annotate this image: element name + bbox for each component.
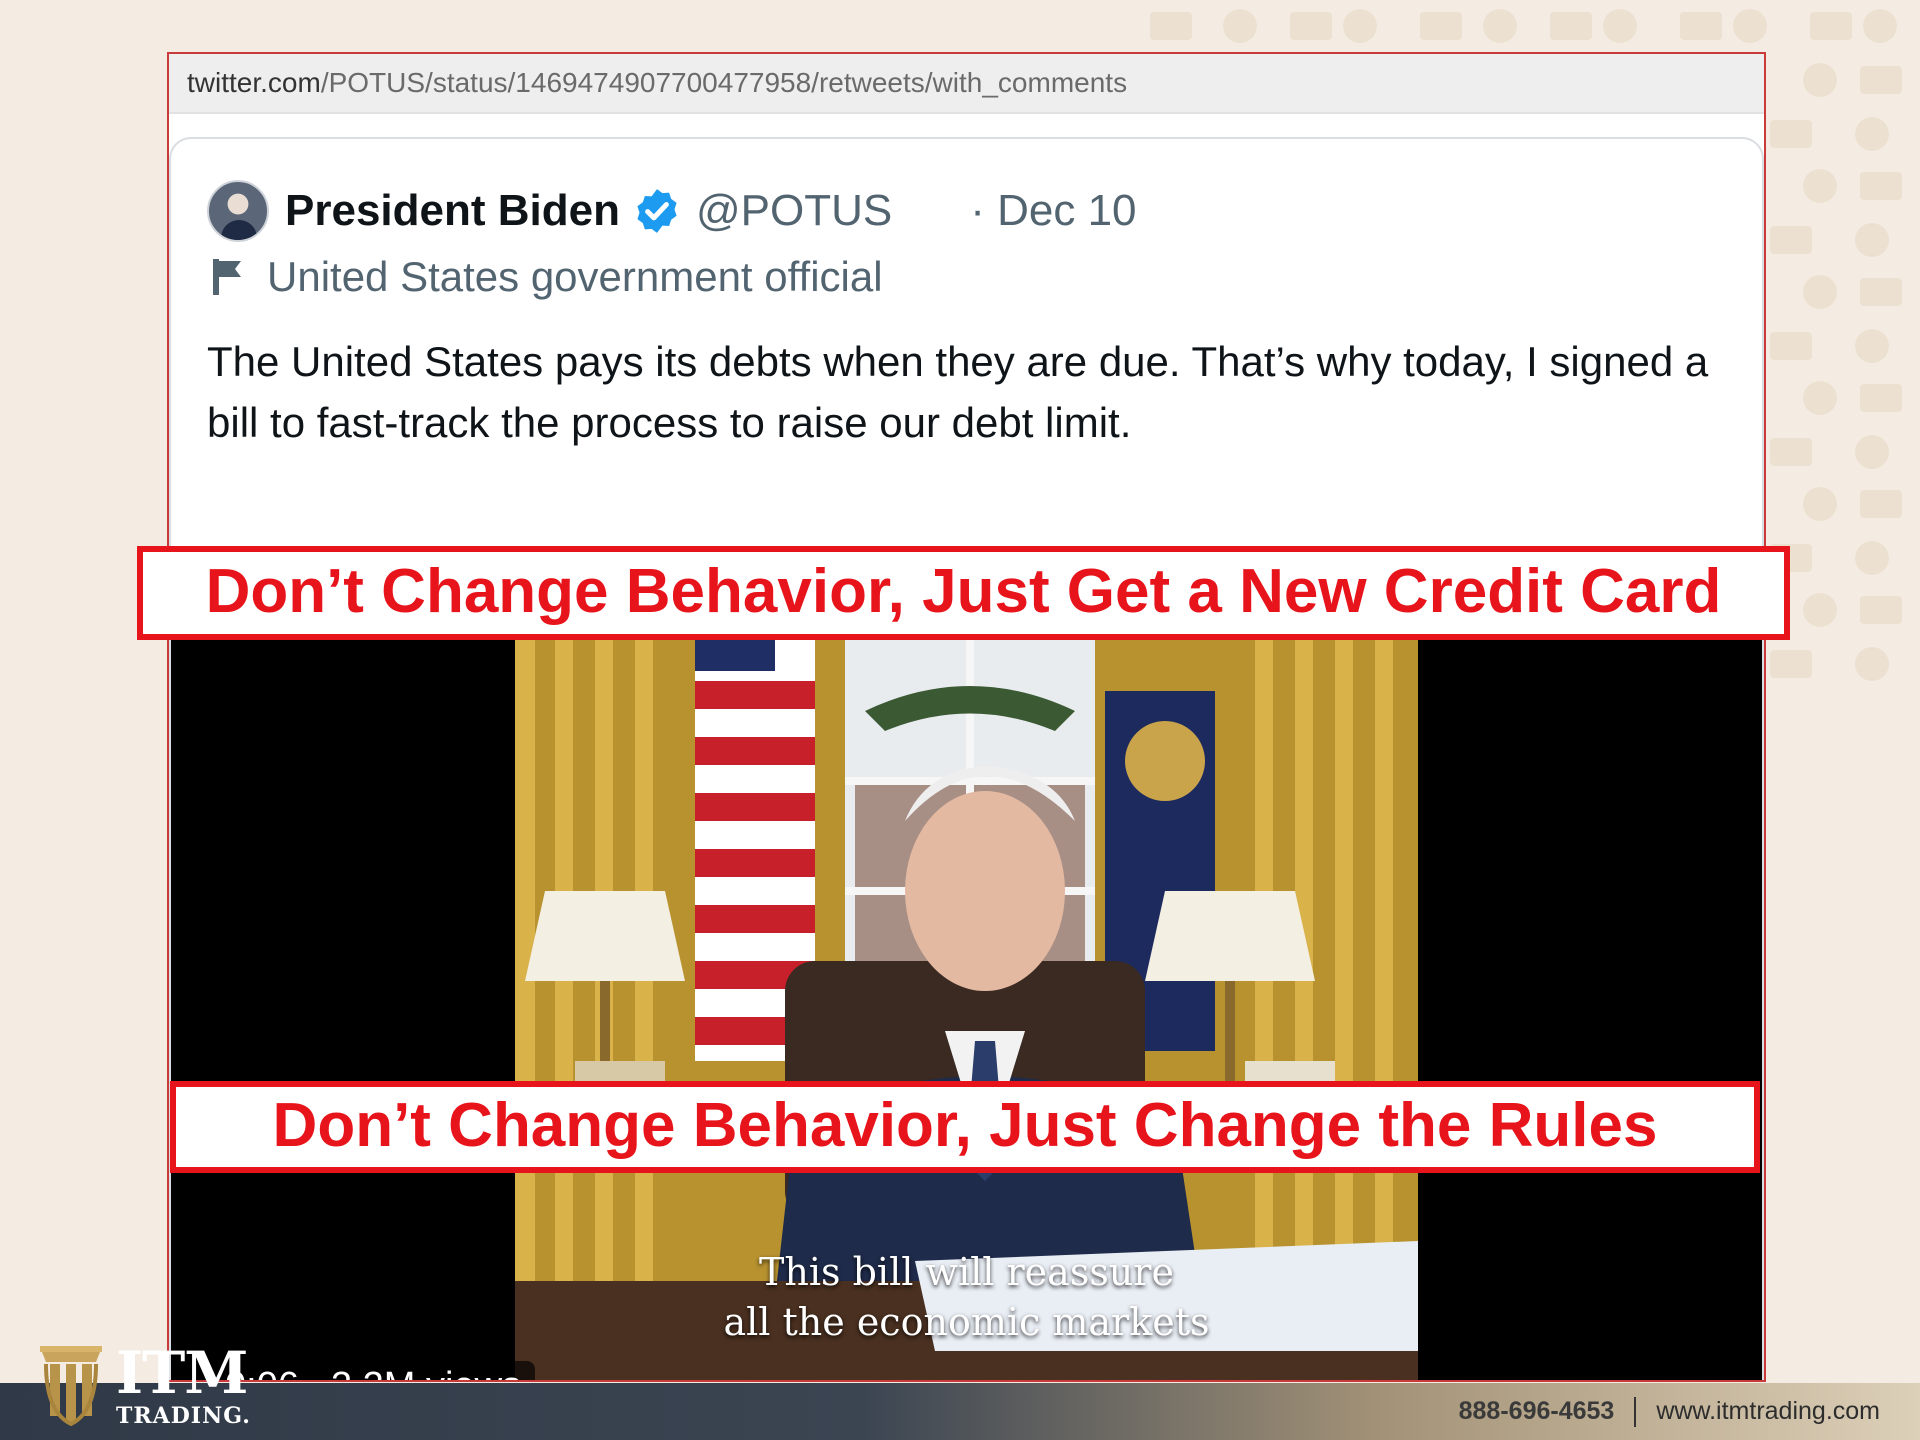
government-label-text: United States government official: [267, 253, 883, 300]
url-path: /POTUS/status/1469474907700477958/retwee…: [320, 67, 1128, 98]
itm-trading-logo: ITM TRADING.: [38, 1342, 258, 1438]
video-subtitle: This bill will reassure all the economic…: [515, 1247, 1418, 1347]
subtitle-line-2: all the economic markets: [723, 1300, 1210, 1344]
logo-wordmark: ITM TRADING.: [116, 1342, 251, 1428]
tweet-date[interactable]: · Dec 10: [970, 186, 1136, 236]
tweet-header: President Biden @POTUS · Dec 10: [207, 179, 1137, 243]
logo-text-trading: TRADING.: [116, 1403, 251, 1429]
url-host: twitter.com: [187, 67, 321, 98]
logo-text-itm: ITM: [116, 1339, 248, 1407]
government-label: United States government official: [211, 253, 883, 301]
flag-icon: [213, 259, 241, 295]
video-player[interactable]: This bill will reassure all the economic…: [171, 561, 1762, 1380]
author-avatar[interactable]: [207, 180, 269, 242]
verified-badge-icon: [637, 189, 677, 233]
footer-contact: 888-696-4653 www.itmtrading.com: [1459, 1383, 1880, 1440]
footer-website[interactable]: www.itmtrading.com: [1656, 1397, 1880, 1426]
itm-pillar-logo-icon: [40, 1346, 102, 1426]
tweet-card[interactable]: President Biden @POTUS · Dec 10 United S…: [169, 137, 1764, 1380]
overlay-title-bottom: Don’t Change Behavior, Just Change the R…: [170, 1081, 1760, 1173]
footer-phone[interactable]: 888-696-4653: [1459, 1397, 1615, 1426]
address-bar[interactable]: twitter.com/POTUS/status/146947490770047…: [169, 54, 1764, 114]
browser-capture: twitter.com/POTUS/status/146947490770047…: [167, 52, 1766, 1382]
author-name[interactable]: President Biden: [285, 186, 620, 236]
footer-divider: [1634, 1396, 1637, 1427]
video-meta: 0:06 3.2M views: [211, 1361, 536, 1380]
footer-bar: 888-696-4653 www.itmtrading.com: [0, 1383, 1920, 1440]
video-views: 3.2M views: [331, 1365, 521, 1380]
tweet-text: The United States pays its debts when th…: [207, 338, 1709, 446]
overlay-title-top: Don’t Change Behavior, Just Get a New Cr…: [137, 546, 1790, 640]
author-handle[interactable]: @POTUS: [696, 186, 892, 236]
video-frame: This bill will reassure all the economic…: [515, 561, 1418, 1380]
subtitle-line-1: This bill will reassure: [759, 1250, 1174, 1294]
